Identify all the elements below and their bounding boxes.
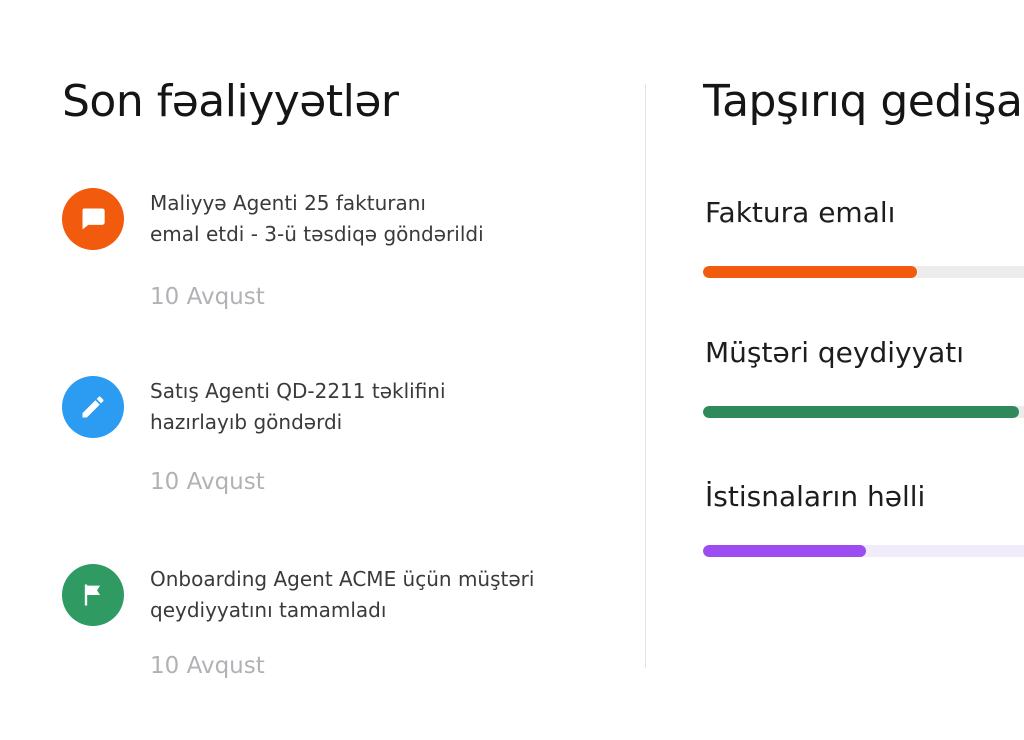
activity-message-line: qeydiyyatını tamamladı (150, 598, 387, 622)
panel-divider (645, 84, 646, 668)
pencil-icon (62, 376, 124, 438)
progress-panel-title: Tapşırıq gedişa (703, 76, 1023, 127)
activity-message-line: Onboarding Agent ACME üçün müştəri (150, 567, 535, 591)
progress-track (703, 266, 1024, 278)
activity-message-line: Satış Agenti QD-2211 təklifini (150, 379, 446, 403)
activity-message-line: emal etdi - 3-ü təsdiqə göndərildi (150, 222, 484, 246)
activity-date: 10 Avqust (150, 653, 265, 679)
activity-message: Satış Agenti QD-2211 təklifini hazırlayı… (150, 376, 620, 438)
progress-fill (703, 266, 918, 278)
activity-message-line: Maliyyə Agenti 25 fakturanı (150, 191, 426, 215)
task-label: Müştəri qeydiyyatı (705, 336, 965, 369)
activity-panel-title: Son fəaliyyətlər (62, 76, 399, 127)
activity-message-line: hazırlayıb göndərdi (150, 410, 343, 434)
activity-message: Onboarding Agent ACME üçün müştəri qeydi… (150, 564, 620, 626)
progress-fill (703, 406, 1020, 418)
chat-bubble-icon (62, 188, 124, 250)
activity-panel: Son fəaliyyətlər Maliyyə Agenti 25 faktu… (62, 0, 642, 740)
progress-track (703, 406, 1024, 418)
flag-icon (62, 564, 124, 626)
activity-message: Maliyyə Agenti 25 fakturanı emal etdi - … (150, 188, 620, 250)
task-label: İstisnaların həlli (705, 480, 926, 513)
progress-panel: Tapşırıq gedişa Faktura emalı Müştəri qe… (703, 0, 1024, 740)
activity-date: 10 Avqust (150, 284, 265, 310)
progress-fill (703, 545, 867, 557)
activity-date: 10 Avqust (150, 469, 265, 495)
progress-track (703, 545, 1024, 557)
task-label: Faktura emalı (705, 196, 896, 229)
